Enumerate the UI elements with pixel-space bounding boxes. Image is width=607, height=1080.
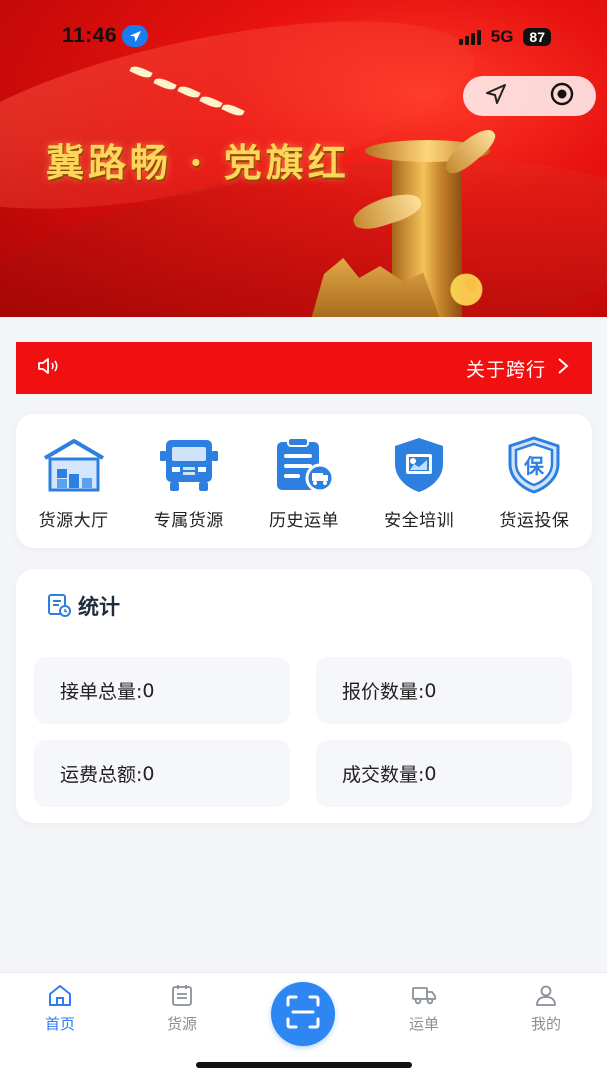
home-indicator	[196, 1062, 412, 1068]
notice-bar[interactable]: 关于跨行	[16, 342, 592, 394]
network-type: 5G	[490, 27, 514, 46]
party-emblem-icon	[448, 262, 494, 308]
chevron-right-icon	[556, 356, 570, 381]
tab-mine[interactable]: 我的	[501, 981, 591, 1034]
location-arrow-icon	[122, 25, 149, 47]
battery-icon: 87	[523, 28, 551, 46]
navigation-arrow-icon[interactable]	[484, 82, 508, 110]
stats-title: 统计	[78, 595, 120, 619]
stat-deals-count: 成交数量: 0	[316, 740, 572, 807]
svg-text:保: 保	[523, 454, 545, 478]
waybill-history-icon	[271, 436, 337, 494]
scan-icon	[285, 994, 321, 1034]
tab-home[interactable]: 首页	[15, 981, 105, 1034]
insurance-icon: 保	[501, 436, 567, 494]
quick-action-label: 货源大厅	[38, 511, 109, 531]
stat-freight-total: 运费总额: 0	[34, 740, 290, 807]
stat-orders-total: 接单总量: 0	[34, 657, 290, 724]
home-icon	[46, 981, 74, 1009]
banner-title: 冀路畅 · 党旗红	[46, 140, 350, 185]
status-time: 11:46	[62, 24, 149, 48]
status-bar: 11:46 5G 87	[0, 0, 607, 72]
quick-action-label: 货运投保	[499, 511, 570, 531]
signal-icon	[458, 29, 481, 45]
truck-icon	[156, 436, 222, 494]
warehouse-icon	[41, 436, 107, 494]
quick-actions-card: 货源大厅 专属货源 历史运单 安全培训 保 货运投保	[16, 414, 592, 548]
speaker-icon	[36, 355, 62, 381]
quick-action-waybill-history[interactable]: 历史运单	[250, 436, 358, 548]
quick-action-cargo-hall[interactable]: 货源大厅	[20, 436, 128, 548]
clipboard-stats-icon	[46, 591, 72, 621]
truck-icon	[410, 981, 438, 1009]
tab-cargo[interactable]: 货源	[137, 981, 227, 1034]
scan-button[interactable]	[271, 982, 335, 1046]
notice-text: 关于跨行	[465, 358, 546, 381]
map-controls[interactable]	[463, 76, 596, 116]
cargo-list-icon	[168, 981, 196, 1009]
stat-quotes-count: 报价数量: 0	[316, 657, 572, 724]
quick-action-cargo-insurance[interactable]: 保 货运投保	[480, 436, 588, 548]
quick-action-label: 历史运单	[268, 511, 339, 531]
record-icon[interactable]	[549, 81, 575, 111]
quick-action-label: 安全培训	[384, 511, 455, 531]
stats-header: 统计	[46, 591, 120, 621]
quick-action-exclusive-cargo[interactable]: 专属货源	[135, 436, 243, 548]
safety-training-icon	[386, 436, 452, 494]
stats-card: 统计 接单总量: 0 报价数量: 0 运费总额: 0 成交数量: 0	[16, 569, 592, 823]
user-icon	[532, 981, 560, 1009]
tab-waybill[interactable]: 运单	[379, 981, 469, 1034]
quick-action-label: 专属货源	[153, 511, 224, 531]
quick-action-safety-training[interactable]: 安全培训	[365, 436, 473, 548]
